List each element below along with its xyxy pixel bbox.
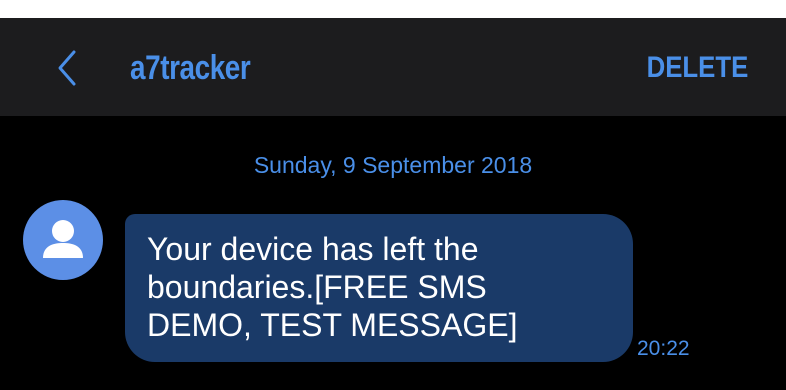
delete-button[interactable]: DELETE [646, 48, 748, 88]
person-icon [23, 200, 103, 280]
messaging-screen: a7tracker DELETE Sunday, 9 September 201… [0, 0, 786, 390]
date-separator: Sunday, 9 September 2018 [253, 152, 533, 178]
avatar[interactable] [23, 200, 103, 280]
status-strip [0, 0, 786, 18]
message-timestamp: 20:22 [637, 337, 690, 360]
message-bubble[interactable]: Your device has left the boundaries.[FRE… [125, 214, 633, 362]
contact-name[interactable]: a7tracker [130, 48, 251, 88]
message-text: Your device has left the boundaries.[FRE… [147, 231, 518, 343]
chevron-left-icon [50, 48, 84, 88]
back-button[interactable] [50, 48, 84, 88]
conversation-header: a7tracker DELETE [0, 18, 786, 116]
